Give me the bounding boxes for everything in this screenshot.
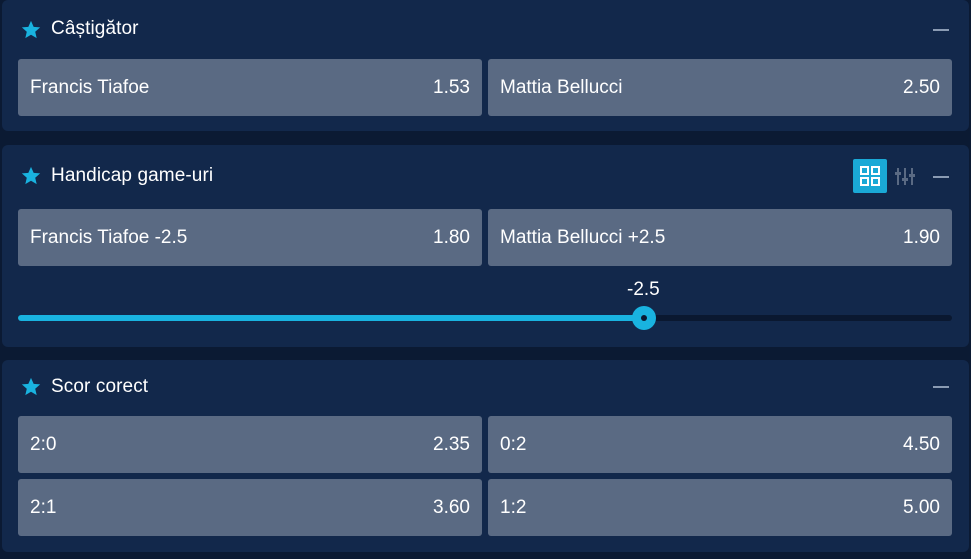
odd-button-winner-away[interactable]: Mattia Bellucci 2.50: [488, 59, 952, 116]
odd-label: Francis Tiafoe -2.5: [30, 227, 188, 248]
odd-value: 1.53: [433, 77, 470, 98]
correct-score-market-header[interactable]: Scor corect: [2, 360, 969, 418]
odd-value: 5.00: [903, 497, 940, 518]
handicap-market-header[interactable]: Handicap game-uri: [2, 145, 969, 203]
odd-button-score[interactable]: 0:2 4.50: [488, 416, 952, 473]
correct-score-market-title: Scor corect: [51, 376, 149, 397]
odd-label: 1:2: [500, 497, 527, 518]
odd-label: Francis Tiafoe: [30, 77, 150, 98]
odd-value: 2.50: [903, 77, 940, 98]
odd-button-score[interactable]: 2:1 3.60: [18, 479, 482, 536]
handicap-market-title: Handicap game-uri: [51, 165, 214, 186]
odd-label: Mattia Bellucci +2.5: [500, 227, 666, 248]
odd-button-handicap-home[interactable]: Francis Tiafoe -2.5 1.80: [18, 209, 482, 266]
odd-value: 3.60: [433, 497, 470, 518]
grid-icon: [860, 166, 880, 186]
odd-value: 1.80: [433, 227, 470, 248]
slider-view-button[interactable]: [888, 159, 922, 193]
list-sliders-icon: [895, 168, 915, 185]
odd-value: 2.35: [433, 434, 470, 455]
winner-market-panel: Câștigător Francis Tiafoe 1.53 Mattia Be…: [2, 0, 969, 131]
grid-view-button[interactable]: [853, 159, 887, 193]
star-icon[interactable]: [20, 19, 42, 41]
odd-label: 2:0: [30, 434, 57, 455]
star-icon[interactable]: [20, 376, 42, 398]
minus-icon[interactable]: [933, 386, 949, 388]
odd-value: 4.50: [903, 434, 940, 455]
slider-value-label: -2.5: [627, 279, 660, 300]
slider-fill: [18, 315, 644, 321]
odd-button-handicap-away[interactable]: Mattia Bellucci +2.5 1.90: [488, 209, 952, 266]
odd-value: 1.90: [903, 227, 940, 248]
handicap-slider[interactable]: -2.5: [18, 279, 952, 333]
odd-button-winner-home[interactable]: Francis Tiafoe 1.53: [18, 59, 482, 116]
minus-icon[interactable]: [933, 29, 949, 31]
minus-icon[interactable]: [933, 176, 949, 178]
odd-label: Mattia Bellucci: [500, 77, 623, 98]
winner-market-title: Câștigător: [51, 18, 139, 39]
correct-score-market-panel: Scor corect 2:0 2.35 0:2 4.50 2:1 3.60 1…: [2, 360, 969, 552]
odd-button-score[interactable]: 2:0 2.35: [18, 416, 482, 473]
odd-button-score[interactable]: 1:2 5.00: [488, 479, 952, 536]
odd-label: 0:2: [500, 434, 527, 455]
handicap-market-panel: Handicap game-uri Francis Tiafoe -2.5 1.…: [2, 145, 969, 347]
slider-thumb[interactable]: [632, 306, 656, 330]
star-icon[interactable]: [20, 165, 42, 187]
odd-label: 2:1: [30, 497, 57, 518]
winner-market-header[interactable]: Câștigător: [2, 0, 969, 58]
